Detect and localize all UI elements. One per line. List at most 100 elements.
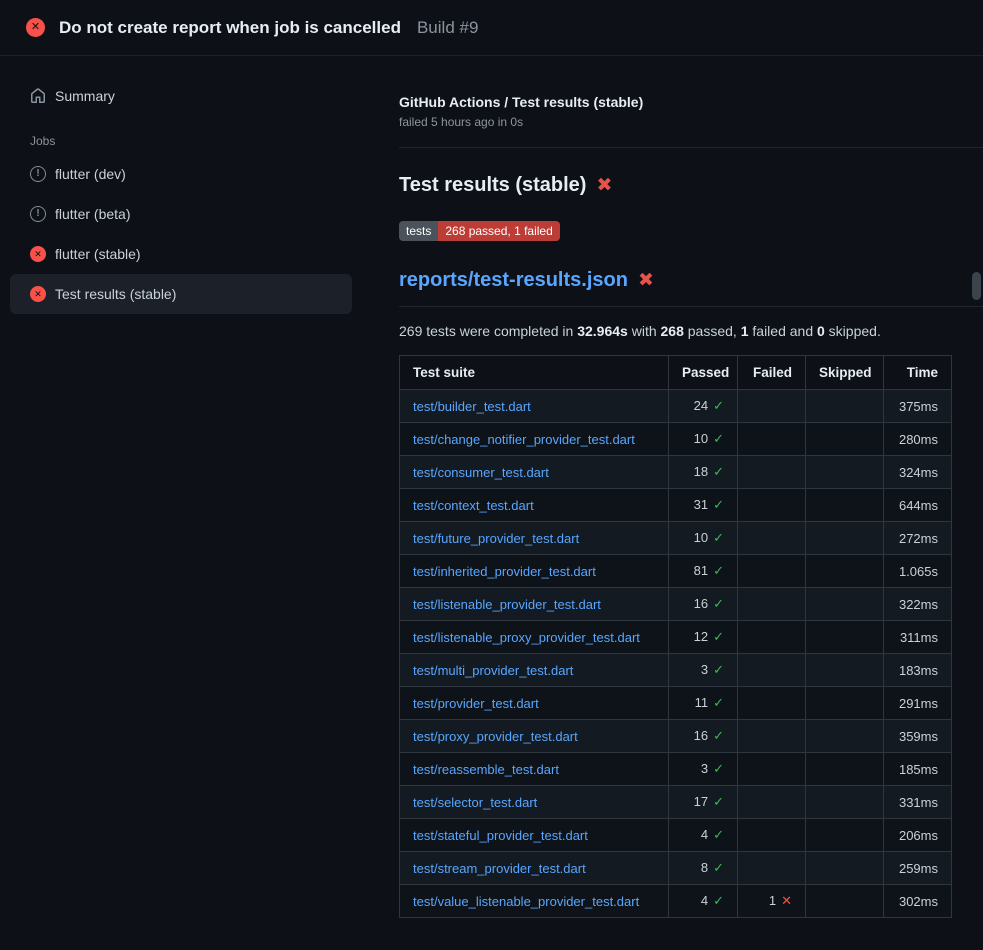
jobs-heading: Jobs [30, 134, 352, 148]
sidebar-item-test-results-stable[interactable]: ✕ Test results (stable) [10, 274, 352, 314]
time-cell: 644ms [884, 489, 952, 522]
check-icon: ✓ [713, 596, 724, 611]
section-heading-text: Test results (stable) [399, 174, 586, 197]
results-table: Test suite Passed Failed Skipped Time te… [399, 355, 952, 918]
cross-mark-icon: ✖ [638, 271, 654, 290]
suite-link[interactable]: test/stream_provider_test.dart [413, 861, 586, 876]
time-cell: 272ms [884, 522, 952, 555]
sidebar-item-label: flutter (stable) [55, 246, 141, 262]
failed-status-icon: ✕ [30, 246, 46, 262]
skipped-count: 0 [817, 323, 825, 339]
failed-status-icon: ✕ [30, 286, 46, 302]
suite-link[interactable]: test/proxy_provider_test.dart [413, 729, 578, 744]
check-icon: ✓ [713, 530, 724, 545]
check-icon: ✓ [713, 860, 724, 875]
table-row: test/multi_provider_test.dart 3✓ ✕ 183ms [400, 654, 952, 687]
main-content: GitHub Actions / Test results (stable) f… [368, 56, 983, 918]
neutral-status-icon: ! [30, 166, 46, 182]
time-cell: 375ms [884, 390, 952, 423]
build-number: Build #9 [417, 18, 478, 38]
col-header-skipped: Skipped [806, 356, 884, 390]
time-cell: 359ms [884, 720, 952, 753]
sidebar-item-flutter-stable[interactable]: ✕ flutter (stable) [10, 234, 352, 274]
col-header-passed: Passed [669, 356, 738, 390]
check-icon: ✓ [713, 662, 724, 677]
check-icon: ✓ [713, 431, 724, 446]
divider [399, 147, 983, 148]
suite-link[interactable]: test/inherited_provider_test.dart [413, 564, 596, 579]
time-cell: 331ms [884, 786, 952, 819]
suite-link[interactable]: test/context_test.dart [413, 498, 534, 513]
cross-mark-icon: ✖ [596, 176, 612, 195]
suite-link[interactable]: test/listenable_provider_test.dart [413, 597, 601, 612]
time-cell: 311ms [884, 621, 952, 654]
sidebar-item-flutter-dev[interactable]: ! flutter (dev) [10, 154, 352, 194]
passed-count: 268 [661, 323, 684, 339]
table-row: test/consumer_test.dart 18✓ ✕ 324ms [400, 456, 952, 489]
time-cell: 280ms [884, 423, 952, 456]
table-row: test/listenable_provider_test.dart 16✓ ✕… [400, 588, 952, 621]
sidebar-item-summary[interactable]: Summary [10, 76, 352, 116]
sidebar-item-label: Summary [55, 88, 115, 104]
time-cell: 1.065s [884, 555, 952, 588]
time-cell: 206ms [884, 819, 952, 852]
run-title: Do not create report when job is cancell… [59, 18, 401, 38]
table-row: test/stateful_provider_test.dart 4✓ ✕ 20… [400, 819, 952, 852]
suite-link[interactable]: test/selector_test.dart [413, 795, 537, 810]
check-icon: ✓ [713, 398, 724, 413]
table-header-row: Test suite Passed Failed Skipped Time [400, 356, 952, 390]
home-icon [30, 88, 46, 104]
x-icon: ✕ [781, 893, 792, 908]
table-row: test/listenable_proxy_provider_test.dart… [400, 621, 952, 654]
table-row: test/provider_test.dart 11✓ ✕ 291ms [400, 687, 952, 720]
scrollbar-thumb[interactable] [972, 272, 981, 300]
sidebar-item-label: Test results (stable) [55, 286, 176, 302]
badge-label: tests [399, 221, 438, 241]
table-row: test/selector_test.dart 17✓ ✕ 331ms [400, 786, 952, 819]
table-row: test/change_notifier_provider_test.dart … [400, 423, 952, 456]
neutral-status-icon: ! [30, 206, 46, 222]
table-row: test/value_listenable_provider_test.dart… [400, 885, 952, 918]
check-icon: ✓ [713, 695, 724, 710]
table-row: test/builder_test.dart 24✓ ✕ 375ms [400, 390, 952, 423]
suite-link[interactable]: test/consumer_test.dart [413, 465, 549, 480]
check-icon: ✓ [713, 893, 724, 908]
sidebar: Summary Jobs ! flutter (dev) ! flutter (… [0, 56, 368, 314]
failed-count: 1 [741, 323, 749, 339]
report-file-link[interactable]: reports/test-results.json [399, 269, 628, 292]
suite-link[interactable]: test/multi_provider_test.dart [413, 663, 573, 678]
suite-link[interactable]: test/listenable_proxy_provider_test.dart [413, 630, 640, 645]
time-cell: 322ms [884, 588, 952, 621]
sidebar-item-label: flutter (dev) [55, 166, 126, 182]
suite-link[interactable]: test/provider_test.dart [413, 696, 539, 711]
suite-link[interactable]: test/future_provider_test.dart [413, 531, 579, 546]
suite-link[interactable]: test/reassemble_test.dart [413, 762, 559, 777]
check-run-breadcrumb: GitHub Actions / Test results (stable) [399, 94, 983, 110]
table-row: test/stream_provider_test.dart 8✓ ✕ 259m… [400, 852, 952, 885]
table-row: test/reassemble_test.dart 3✓ ✕ 185ms [400, 753, 952, 786]
suite-link[interactable]: test/stateful_provider_test.dart [413, 828, 588, 843]
section-heading: Test results (stable) ✖ [399, 174, 983, 197]
sidebar-item-flutter-beta[interactable]: ! flutter (beta) [10, 194, 352, 234]
check-icon: ✓ [713, 497, 724, 512]
table-row: test/inherited_provider_test.dart 81✓ ✕ … [400, 555, 952, 588]
suite-link[interactable]: test/builder_test.dart [413, 399, 531, 414]
time-cell: 291ms [884, 687, 952, 720]
time-cell: 185ms [884, 753, 952, 786]
check-icon: ✓ [713, 464, 724, 479]
check-icon: ✓ [713, 794, 724, 809]
run-header: ✕ Do not create report when job is cance… [0, 0, 983, 56]
suite-link[interactable]: test/value_listenable_provider_test.dart [413, 894, 639, 909]
table-row: test/context_test.dart 31✓ ✕ 644ms [400, 489, 952, 522]
check-icon: ✓ [713, 563, 724, 578]
time-cell: 183ms [884, 654, 952, 687]
check-icon: ✓ [713, 728, 724, 743]
check-icon: ✓ [713, 761, 724, 776]
table-row: test/future_provider_test.dart 10✓ ✕ 272… [400, 522, 952, 555]
suite-link[interactable]: test/change_notifier_provider_test.dart [413, 432, 635, 447]
col-header-test-suite: Test suite [400, 356, 669, 390]
col-header-failed: Failed [738, 356, 806, 390]
tests-badge: tests 268 passed, 1 failed [399, 221, 560, 241]
time-cell: 324ms [884, 456, 952, 489]
sidebar-item-label: flutter (beta) [55, 206, 130, 222]
